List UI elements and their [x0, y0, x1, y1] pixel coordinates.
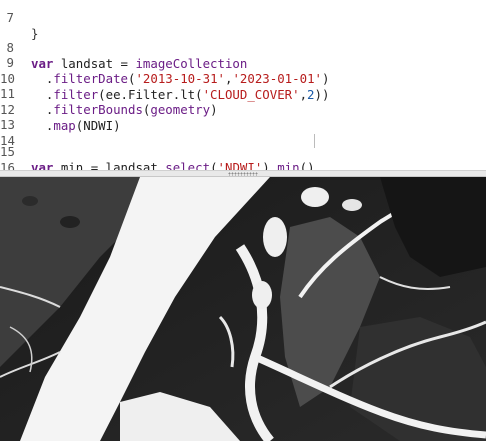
ndwi-map-layer[interactable]: [0, 177, 486, 441]
code-line: 8 var landsat = imageCollection: [0, 24, 486, 71]
code-line: 12 .map(NDWI): [0, 86, 486, 133]
panel-splitter[interactable]: [0, 170, 486, 177]
map-view[interactable]: [0, 177, 486, 441]
splitter-grip-icon[interactable]: [228, 172, 258, 176]
code-editor[interactable]: 7 } 8 var landsat = imageCollection 9 .f…: [0, 0, 486, 170]
code-line: 13: [0, 101, 486, 132]
code-line: 15 var min = landsat.select('NDWI').min(…: [0, 128, 486, 170]
code-line: 10 .filter(ee.Filter.lt('CLOUD_COVER',2)…: [0, 55, 486, 102]
code-line: 9 .filterDate('2013-10-31','2023-01-01'): [0, 39, 486, 86]
code-line: 7 }: [0, 0, 486, 41]
code-line: 11 .filterBounds(geometry): [0, 70, 486, 117]
code-line: 17 var media = landsat.select('NDWI').me…: [0, 159, 486, 170]
code-line: 16 var max = landsat.select('NDWI').max(…: [0, 144, 486, 170]
text-cursor: [314, 134, 315, 148]
